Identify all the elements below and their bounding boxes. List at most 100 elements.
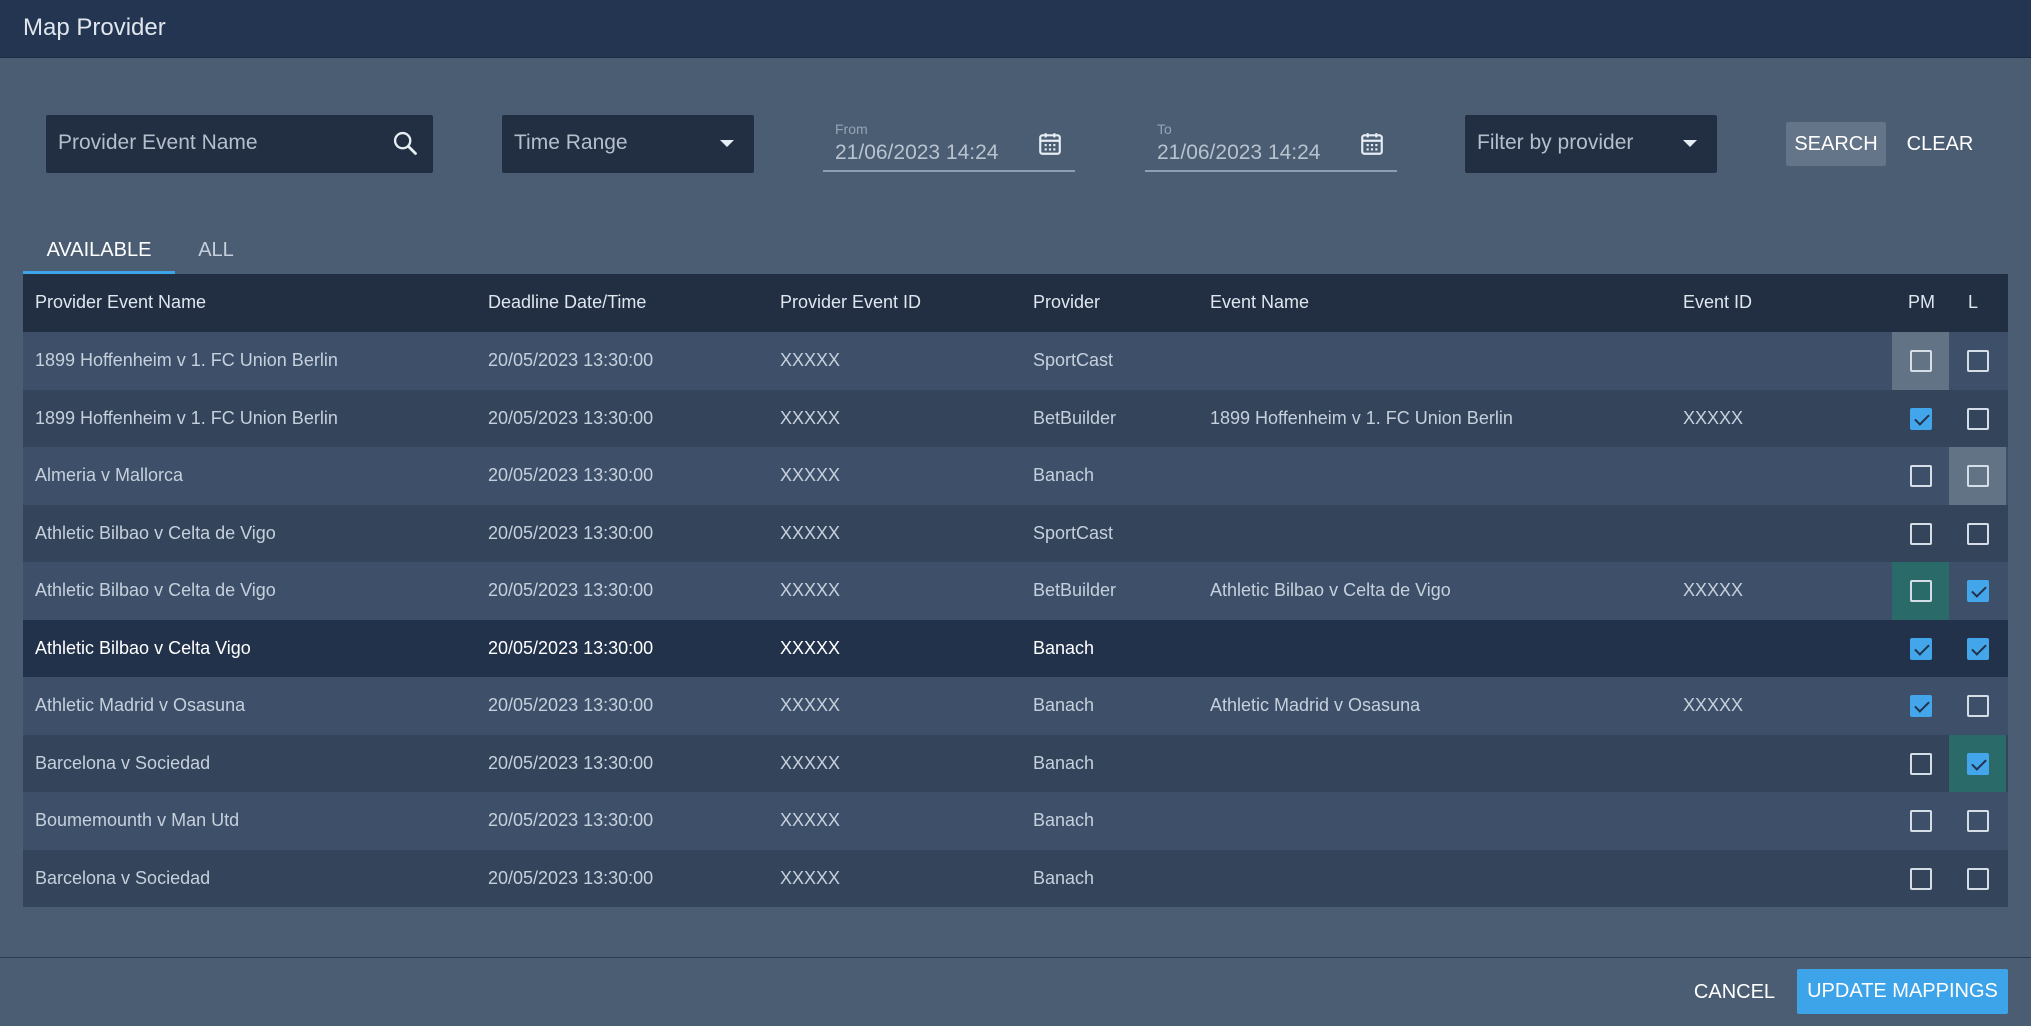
l-checkbox[interactable]	[1967, 522, 1989, 545]
l-checkbox[interactable]	[1967, 637, 1989, 660]
chevron-down-icon	[1683, 140, 1697, 147]
cell-provider: SportCast	[1033, 522, 1114, 543]
cell-provider-event-id: XXXXX	[780, 695, 841, 715]
provider-event-name-search-input[interactable]: Provider Event Name	[46, 115, 433, 173]
l-checkbox[interactable]	[1967, 695, 1989, 717]
cell-provider-event-name: Boumemounth v Man Utd	[35, 810, 240, 830]
l-checkbox-cell	[1949, 850, 2006, 908]
update-mappings-button[interactable]: UPDATE MAPPINGS	[1797, 969, 2008, 1014]
column-header[interactable]: Provider Event Name	[35, 292, 206, 313]
pm-checkbox-cell	[1892, 792, 1949, 850]
dialog-title: Map Provider	[23, 14, 166, 41]
table-row[interactable]: Athletic Bilbao v Celta de Vigo 20/05/202…	[23, 504, 2008, 563]
search-placeholder: Provider Event Name	[58, 131, 258, 154]
column-header[interactable]: Event ID	[1683, 292, 1752, 313]
table-row[interactable]: Athletic Madrid v Osasuna 20/05/2023 13:3…	[23, 677, 2008, 735]
cell-deadline: 20/05/2023 13:30:00	[488, 407, 654, 428]
cell-provider: SportCast	[1033, 350, 1114, 370]
cell-provider-event-id: XXXXX	[780, 752, 841, 773]
cell-provider: Banach	[1033, 810, 1095, 830]
pm-checkbox[interactable]	[1910, 350, 1932, 372]
pm-checkbox-cell	[1892, 735, 1949, 793]
table-row[interactable]: Boumemounth v Man Utd 20/05/2023 13:30:00…	[23, 792, 2008, 850]
cell-provider-event-name: Athletic Bilbao v Celta de Vigo	[35, 522, 276, 543]
cell-event-name: Athletic Madrid v Osasuna	[1210, 695, 1421, 715]
cell-deadline: 20/05/2023 13:30:00	[488, 580, 654, 600]
l-checkbox[interactable]	[1967, 465, 1989, 487]
pm-checkbox[interactable]	[1910, 867, 1932, 890]
l-checkbox-cell	[1949, 332, 2006, 390]
calendar-icon[interactable]	[1037, 131, 1063, 157]
provider-filter-label: Filter by provider	[1477, 131, 1634, 154]
cell-event-name: 1899 Hoffenheim v 1. FC Union Berlin	[1210, 407, 1513, 428]
l-checkbox-cell	[1949, 390, 2006, 448]
table-row[interactable]: Almeria v Mallorca 20/05/2023 13:30:00 XXX…	[23, 447, 2008, 505]
cell-provider: Banach	[1033, 695, 1095, 715]
l-checkbox[interactable]	[1967, 407, 1989, 430]
column-header[interactable]: Provider	[1033, 292, 1100, 313]
l-checkbox[interactable]	[1967, 580, 1989, 602]
table-row[interactable]: 1899 Hoffenheim v 1. FC Union Berlin 20/0…	[23, 389, 2008, 448]
pm-checkbox-cell	[1892, 562, 1949, 620]
cell-provider-event-id: XXXXX	[780, 465, 841, 485]
filter-by-provider-select[interactable]: Filter by provider	[1465, 115, 1717, 173]
cell-provider-event-name: Barcelona v Sociedad	[35, 867, 211, 888]
l-checkbox[interactable]	[1967, 752, 1989, 775]
cell-provider-event-id: XXXXX	[780, 867, 841, 888]
l-checkbox-cell	[1949, 505, 2006, 563]
table-row[interactable]: Barcelona v Sociedad 20/05/2023 13:30:00 X…	[23, 849, 2008, 908]
calendar-icon[interactable]	[1359, 131, 1385, 157]
pm-checkbox[interactable]	[1910, 810, 1932, 832]
l-checkbox[interactable]	[1967, 350, 1989, 372]
clear-button[interactable]: CLEAR	[1898, 122, 1982, 166]
from-date-field[interactable]: From 21/06/2023 14:24	[823, 115, 1075, 172]
cell-provider-event-id: XXXXX	[780, 350, 841, 370]
search-button[interactable]: SEARCH	[1786, 122, 1886, 166]
pm-checkbox-cell	[1892, 505, 1949, 563]
pm-checkbox[interactable]	[1910, 637, 1932, 660]
pm-checkbox[interactable]	[1910, 752, 1932, 775]
cell-provider-event-name: Barcelona v Sociedad	[35, 752, 211, 773]
cell-provider: Banach	[1033, 752, 1095, 773]
to-label: To	[1157, 121, 1172, 137]
column-header-pm[interactable]: PM	[1908, 292, 1935, 313]
time-range-label: Time Range	[514, 131, 628, 154]
column-header[interactable]: Provider Event ID	[780, 292, 921, 313]
cell-provider-event-name: 1899 Hoffenheim v 1. FC Union Berlin	[35, 407, 338, 428]
l-checkbox[interactable]	[1967, 867, 1989, 890]
events-table: Provider Event Name Deadline Date/Time P…	[23, 274, 2008, 907]
pm-checkbox[interactable]	[1910, 522, 1932, 545]
cell-provider: BetBuilder	[1033, 580, 1117, 600]
cell-provider-event-id: XXXXX	[780, 810, 841, 830]
cell-provider: Banach	[1033, 867, 1095, 888]
pm-checkbox-cell	[1892, 620, 1949, 678]
cell-provider-event-id: XXXXX	[780, 580, 841, 600]
tab-all[interactable]: ALL	[175, 228, 257, 274]
column-header[interactable]: Event Name	[1210, 292, 1309, 313]
cell-provider-event-id: XXXXX	[780, 407, 841, 428]
column-header[interactable]: Deadline Date/Time	[488, 292, 646, 313]
tab-available[interactable]: AVAILABLE	[23, 228, 175, 274]
pm-checkbox[interactable]	[1910, 695, 1932, 717]
time-range-select[interactable]: Time Range	[502, 115, 754, 173]
cell-event-name: Athletic Bilbao v Celta de Vigo	[1210, 580, 1451, 600]
table-row[interactable]: Athletic Bilbao v Celta Vigo 20/05/2023 1…	[23, 619, 2008, 678]
cancel-button[interactable]: CANCEL	[1681, 970, 1788, 1014]
l-checkbox[interactable]	[1967, 810, 1989, 832]
to-date-field[interactable]: To 21/06/2023 14:24	[1145, 115, 1397, 172]
table-body: 1899 Hoffenheim v 1. FC Union Berlin 20/0…	[23, 332, 2008, 907]
pm-checkbox-cell	[1892, 447, 1949, 505]
table-row[interactable]: Barcelona v Sociedad 20/05/2023 13:30:00 X…	[23, 734, 2008, 793]
table-row[interactable]: Athletic Bilbao v Celta de Vigo 20/05/202…	[23, 562, 2008, 620]
pm-checkbox-cell	[1892, 850, 1949, 908]
pm-checkbox-cell	[1892, 677, 1949, 735]
pm-checkbox[interactable]	[1910, 580, 1932, 602]
pm-checkbox[interactable]	[1910, 465, 1932, 487]
search-icon[interactable]	[391, 129, 419, 157]
pm-checkbox[interactable]	[1910, 407, 1932, 430]
cell-deadline: 20/05/2023 13:30:00	[488, 695, 654, 715]
column-header-l[interactable]: L	[1968, 292, 1978, 313]
cell-deadline: 20/05/2023 13:30:00	[488, 637, 654, 658]
cell-provider-event-id: XXXXX	[780, 637, 841, 658]
table-row[interactable]: 1899 Hoffenheim v 1. FC Union Berlin 20/0…	[23, 332, 2008, 390]
